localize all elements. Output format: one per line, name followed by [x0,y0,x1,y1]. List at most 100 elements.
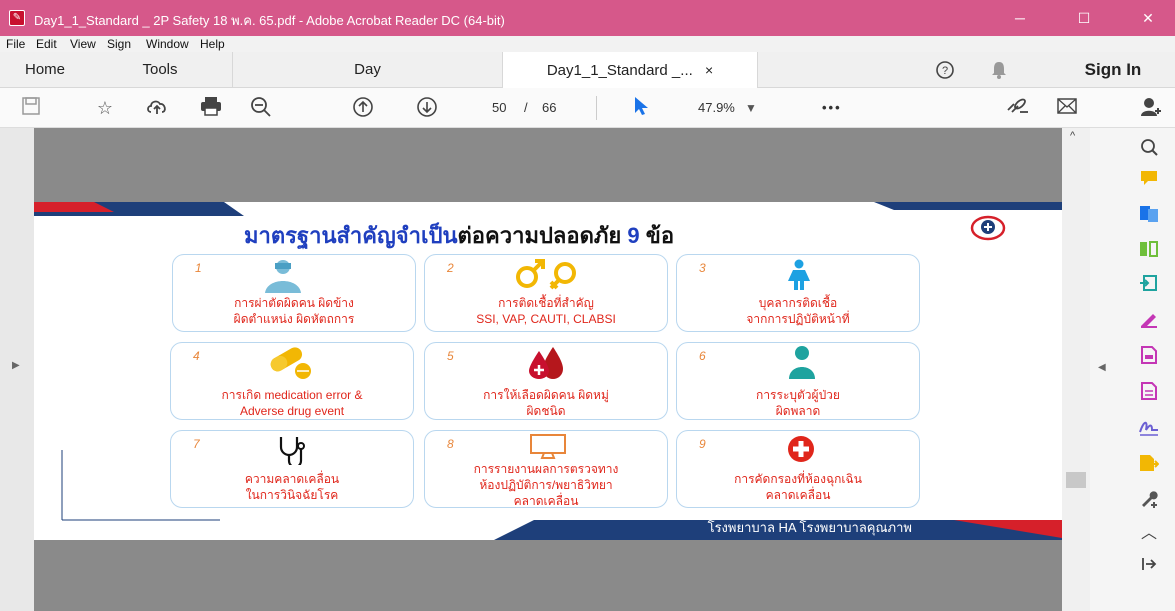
panel-scroll-up-icon[interactable]: ︿ [1138,524,1160,544]
maximize-button[interactable]: ☐ [1064,6,1104,30]
menu-bar: File Edit View Sign Window Help [0,36,1175,52]
card-line1: บุคลากรติดเชื้อ [758,296,838,310]
send-for-review-icon[interactable] [1138,454,1160,474]
title-bar: ✎ Day1_1_Standard _ 2P Safety 18 พ.ค. 65… [0,0,1175,36]
next-page-icon[interactable] [414,96,440,120]
tab-doc-standard-label: Day1_1_Standard _... [546,62,693,79]
fill-sign-icon[interactable] [1138,310,1160,330]
surgery-icon [253,257,313,296]
organize-pages-icon[interactable] [1138,240,1160,260]
card-line2: ในการวินิจฉัยโรค [245,488,339,502]
previous-page-icon[interactable] [350,96,376,120]
menu-window[interactable]: Window [146,37,189,51]
menu-view[interactable]: View [70,37,96,51]
zoom-out-icon[interactable] [248,96,274,120]
email-icon[interactable] [1054,96,1080,120]
scroll-up-icon[interactable]: ^ [1070,130,1075,142]
card-6: 6 การระบุตัวผู้ป่วย ผิดพลาด [676,342,920,420]
notification-bell-icon[interactable] [982,52,1016,88]
zoom-level[interactable]: 47.9% [698,100,735,115]
blood-drops-icon [525,345,569,382]
sign-in-button[interactable]: Sign In [1058,52,1168,88]
card-number: 3 [699,261,706,275]
slide-title-blue: มาตรฐานสำคัญจำเป็น [244,223,458,248]
scrollbar-thumb[interactable] [1066,472,1086,488]
card-line2: ผิดพลาด [775,404,821,418]
tab-tools[interactable]: Tools [120,52,200,88]
collapse-right-panel-icon[interactable]: ◀ [1098,362,1106,373]
card-line2: ผิดตำแหน่ง ผิดหัตถการ [233,312,355,326]
menu-help[interactable]: Help [200,37,225,51]
card-line1: การรายงานผลการตรวจทาง [473,462,619,476]
toolbar-divider [596,96,597,120]
page-separator: / [524,100,528,115]
zoom-dropdown-icon[interactable]: ▼ [738,96,764,120]
upload-cloud-icon[interactable] [144,96,170,120]
stethoscope-icon [277,435,307,469]
red-cross-icon [787,435,815,466]
combine-files-icon[interactable] [1138,205,1160,225]
menu-sign[interactable]: Sign [107,37,131,51]
page-total: 66 [542,100,557,115]
card-8: 8 การรายงานผลการตรวจทาง ห้องปฏิบัติการ/พ… [424,430,668,508]
menu-file[interactable]: File [6,37,25,51]
zoom-search-icon[interactable] [1138,138,1160,158]
close-tab-icon[interactable]: × [705,62,713,78]
tab-home[interactable]: Home [10,52,80,88]
slide-title-end: ข้อ [645,223,675,248]
comment-icon[interactable] [1138,170,1160,190]
slide-footer: โรงพยาบาล HA โรงพยาบาลคุณภาพ [707,520,912,535]
export-pdf-icon[interactable] [1138,274,1160,294]
page-number-input[interactable]: 50 [492,100,506,115]
card-5: 5 การให้เลือดผิดคน ผิดหมู่ ผิดชนิด [424,342,668,420]
card-line3: คลาดเคลื่อน [513,494,579,508]
monitor-icon [529,433,567,462]
pills-icon [265,345,321,384]
card-line1: การระบุตัวผู้ป่วย [756,388,840,402]
slide-title: มาตรฐานสำคัญจำเป็นต่อความปลอดภัย 9 ข้อ [244,218,674,253]
close-window-button[interactable]: ✕ [1128,6,1168,30]
card-line2: SSI, VAP, CAUTI, CLABSI [476,312,616,326]
patient-person-icon [787,345,817,382]
card-line1: การให้เลือดผิดคน ผิดหมู่ [483,388,609,402]
vertical-scrollbar[interactable]: ^ [1062,128,1090,611]
card-number: 5 [447,349,454,363]
tab-doc-day[interactable]: Day [232,52,502,88]
card-line2: ห้องปฏิบัติการ/พยาธิวิทยา [479,478,613,492]
card-line1: ความคลาดเคลื่อน [244,472,340,486]
more-tools-button[interactable]: ••• [822,100,842,115]
share-link-icon[interactable] [1004,96,1030,120]
acrobat-icon: ✎ [9,10,25,26]
bookmark-star-icon[interactable]: ☆ [92,96,118,120]
card-number: 1 [195,261,202,275]
slide-title-black: ต่อความปลอดภัย [457,223,622,248]
help-icon[interactable]: ? [928,52,962,88]
expand-left-panel-icon[interactable]: ▶ [12,360,20,371]
card-9: 9 การคัดกรองที่ห้องฉุกเฉิน คลาดเคลื่อน [676,430,920,508]
print-icon[interactable] [198,96,224,120]
save-icon[interactable] [18,96,44,120]
slide-title-number: 9 [627,223,640,248]
toolbar: ☆ 50 / 66 47.9% ▼ ••• [0,88,1175,128]
select-cursor-icon[interactable] [628,96,654,120]
menu-edit[interactable]: Edit [36,37,57,51]
card-2: 2 การติดเชื้อที่สำคัญ SSI, VAP, CAUTI, C… [424,254,668,332]
minimize-button[interactable]: ─ [1000,6,1040,30]
card-line1: การผ่าตัดผิดคน ผิดข้าง [234,296,354,310]
create-pdf-icon[interactable] [1138,346,1160,366]
tab-doc-standard[interactable]: Day1_1_Standard _... × [502,52,758,88]
card-line1: การคัดกรองที่ห้องฉุกเฉิน [734,472,862,486]
add-user-icon[interactable] [1138,96,1164,120]
card-1: 1 การผ่าตัดผิดคน ผิดข้าง ผิดตำแหน่ง ผิดห… [172,254,416,332]
card-line2: Adverse drug event [239,404,345,418]
card-number: 4 [193,349,200,363]
collapse-panel-arrow-icon[interactable] [1138,556,1160,576]
gender-symbols-icon [507,257,587,296]
card-number: 8 [447,437,454,451]
card-3: 3 บุคลากรติดเชื้อ จากการปฏิบัติหน้าที่ [676,254,920,332]
more-tools-wrench-icon[interactable] [1138,490,1160,510]
card-4: 4 การเกิด medication error & Adverse dru… [170,342,414,420]
request-signature-icon[interactable] [1138,418,1160,438]
card-line1: การติดเชื้อที่สำคัญ [498,296,594,310]
edit-pdf-icon[interactable] [1138,382,1160,402]
